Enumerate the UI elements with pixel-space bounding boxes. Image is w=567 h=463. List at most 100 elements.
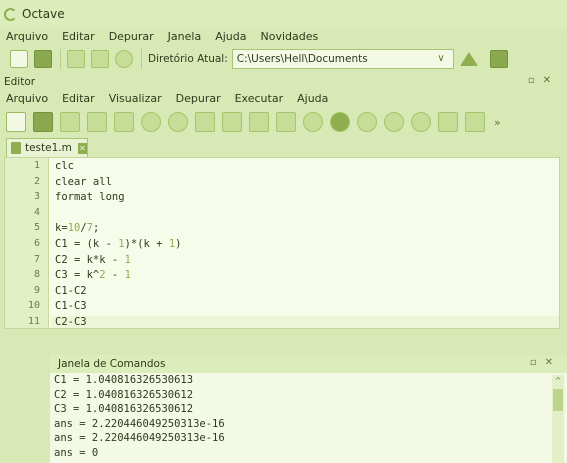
code-line: clear all xyxy=(55,175,112,188)
open-folder-icon[interactable] xyxy=(34,50,52,68)
redo-icon[interactable] xyxy=(168,112,188,132)
print-icon[interactable] xyxy=(114,112,134,132)
menu-arquivo[interactable]: Arquivo xyxy=(6,30,48,43)
previous-breakpoint-icon[interactable] xyxy=(357,112,377,132)
menu-novidades[interactable]: Novidades xyxy=(260,30,318,43)
output-line: ans = 2.220446049250313e-16 xyxy=(54,432,225,444)
undock-icon[interactable]: ▫ xyxy=(528,75,543,86)
editor-panel-title: Editor xyxy=(4,76,36,88)
undo-icon[interactable] xyxy=(141,112,161,132)
editor-menu-ajuda[interactable]: Ajuda xyxy=(297,92,328,105)
command-window[interactable]: Janela de Comandos ▫✕ C1 = 1.04081632653… xyxy=(50,355,567,463)
menu-janela[interactable]: Janela xyxy=(168,30,202,43)
line-number: 4 xyxy=(33,206,40,218)
output-line: C2 = 1.040816326530612 xyxy=(54,388,194,401)
new-script-icon[interactable] xyxy=(6,112,26,132)
current-directory-value: C:\Users\Hell\Documents xyxy=(236,53,368,65)
next-breakpoint-icon[interactable] xyxy=(384,112,404,132)
output-line: ans = 2.220446049250313e-16 xyxy=(54,417,225,430)
panel-controls: ▫✕ xyxy=(528,75,559,86)
line-number: 1 xyxy=(33,160,40,171)
save-as-icon[interactable] xyxy=(87,112,107,132)
current-directory-combobox[interactable]: C:\Users\Hell\Documents ∨ xyxy=(231,49,454,69)
editor-tabbar: teste1.m ✕ xyxy=(0,137,567,157)
code-line: C1-C3 xyxy=(55,300,87,313)
code-line: C1 = (k - 1)*(k + 1) xyxy=(55,238,182,250)
editor-panel-header: Editor ▫✕ xyxy=(0,74,567,90)
undo-icon[interactable] xyxy=(115,50,133,68)
output-line: C3 = 1.040816326530612 xyxy=(54,403,194,415)
window-title: Octave xyxy=(22,7,65,21)
command-window-header: Janela de Comandos ▫✕ xyxy=(50,355,567,373)
command-output: C1 = 1.040816326530613 C2 = 1.0408163265… xyxy=(54,374,548,461)
tab-label: teste1.m xyxy=(24,142,72,154)
line-number: 8 xyxy=(33,269,40,281)
close-tab-icon[interactable]: ✕ xyxy=(77,142,87,154)
editor-toolbar: » xyxy=(0,107,567,137)
panel-controls: ▫✕ xyxy=(530,357,561,368)
step-icon[interactable] xyxy=(438,112,458,132)
copy-icon[interactable] xyxy=(222,112,242,132)
command-window-title: Janela de Comandos xyxy=(58,358,166,370)
editor-menu-arquivo[interactable]: Arquivo xyxy=(6,92,48,105)
editor-menu-executar[interactable]: Executar xyxy=(235,92,284,105)
output-line: ans = 0 xyxy=(54,446,99,459)
cut-icon[interactable] xyxy=(195,112,215,132)
scrollbar-thumb[interactable] xyxy=(553,389,563,411)
parent-directory-icon[interactable] xyxy=(459,52,478,66)
remove-breakpoints-icon[interactable] xyxy=(411,112,431,132)
editor-menu-visualizar[interactable]: Visualizar xyxy=(109,92,162,105)
code-line: format long xyxy=(55,191,125,204)
close-icon[interactable]: ✕ xyxy=(543,75,559,86)
menu-editar[interactable]: Editar xyxy=(62,30,95,43)
copy-icon[interactable] xyxy=(67,50,85,68)
close-icon[interactable]: ✕ xyxy=(545,357,561,368)
breakpoint-icon[interactable] xyxy=(330,112,350,132)
code-line: clc xyxy=(55,160,74,172)
output-line: C1 = 1.040816326530613 xyxy=(54,374,194,386)
current-directory-label: Diretório Atual: xyxy=(148,53,228,65)
window-titlebar: Octave xyxy=(0,0,567,28)
toolbar-separator xyxy=(60,49,61,69)
save-icon[interactable] xyxy=(60,112,80,132)
line-number: 11 xyxy=(27,316,40,327)
code-line: C2 = k*k - 1 xyxy=(55,253,131,266)
octave-logo-icon xyxy=(4,7,17,21)
line-number: 10 xyxy=(27,300,40,312)
editor-menu-depurar[interactable]: Depurar xyxy=(176,92,221,105)
settings-gear-icon[interactable] xyxy=(303,112,323,132)
paste-icon[interactable] xyxy=(249,112,269,132)
line-number: 7 xyxy=(33,253,40,265)
code-editor[interactable]: 1 2 3 4 5 6 7 8 9 10 11 clc clear all format long k=1… xyxy=(4,157,560,329)
line-number: 6 xyxy=(33,238,40,249)
menu-ajuda[interactable]: Ajuda xyxy=(215,30,246,43)
paste-icon[interactable] xyxy=(91,50,109,68)
line-number-gutter: 1 2 3 4 5 6 7 8 9 10 11 xyxy=(5,158,49,328)
tab-teste1[interactable]: teste1.m ✕ xyxy=(6,138,88,157)
new-file-icon[interactable] xyxy=(10,50,28,68)
browse-folder-icon[interactable] xyxy=(489,50,508,68)
line-number: 9 xyxy=(33,284,40,296)
code-line: C2-C3 xyxy=(51,316,559,328)
editor-menubar: Arquivo Editar Visualizar Depurar Execut… xyxy=(0,90,567,107)
line-number: 5 xyxy=(33,222,40,234)
main-toolbar: Diretório Atual: C:\Users\Hell\Documents… xyxy=(0,44,567,74)
code-line: k=10/7; xyxy=(55,222,100,235)
undock-icon[interactable]: ▫ xyxy=(530,357,545,368)
open-file-icon[interactable] xyxy=(33,112,53,132)
command-window-scrollbar[interactable]: ^ xyxy=(552,375,564,463)
toolbar-overflow-icon[interactable]: » xyxy=(494,116,501,129)
editor-menu-editar[interactable]: Editar xyxy=(62,92,95,105)
step-in-icon[interactable] xyxy=(465,112,485,132)
edit-icon[interactable] xyxy=(276,112,296,132)
toolbar-separator xyxy=(141,49,142,69)
main-menubar: Arquivo Editar Depurar Janela Ajuda Novi… xyxy=(0,28,567,44)
menu-depurar[interactable]: Depurar xyxy=(109,30,154,43)
chevron-down-icon[interactable]: ∨ xyxy=(437,53,444,64)
code-line: C3 = k^2 - 1 xyxy=(55,269,131,282)
line-number: 3 xyxy=(33,191,40,203)
scroll-up-icon[interactable]: ^ xyxy=(552,375,564,387)
line-number: 2 xyxy=(33,175,40,187)
code-line: C1-C2 xyxy=(55,284,87,297)
script-file-icon xyxy=(11,142,21,154)
